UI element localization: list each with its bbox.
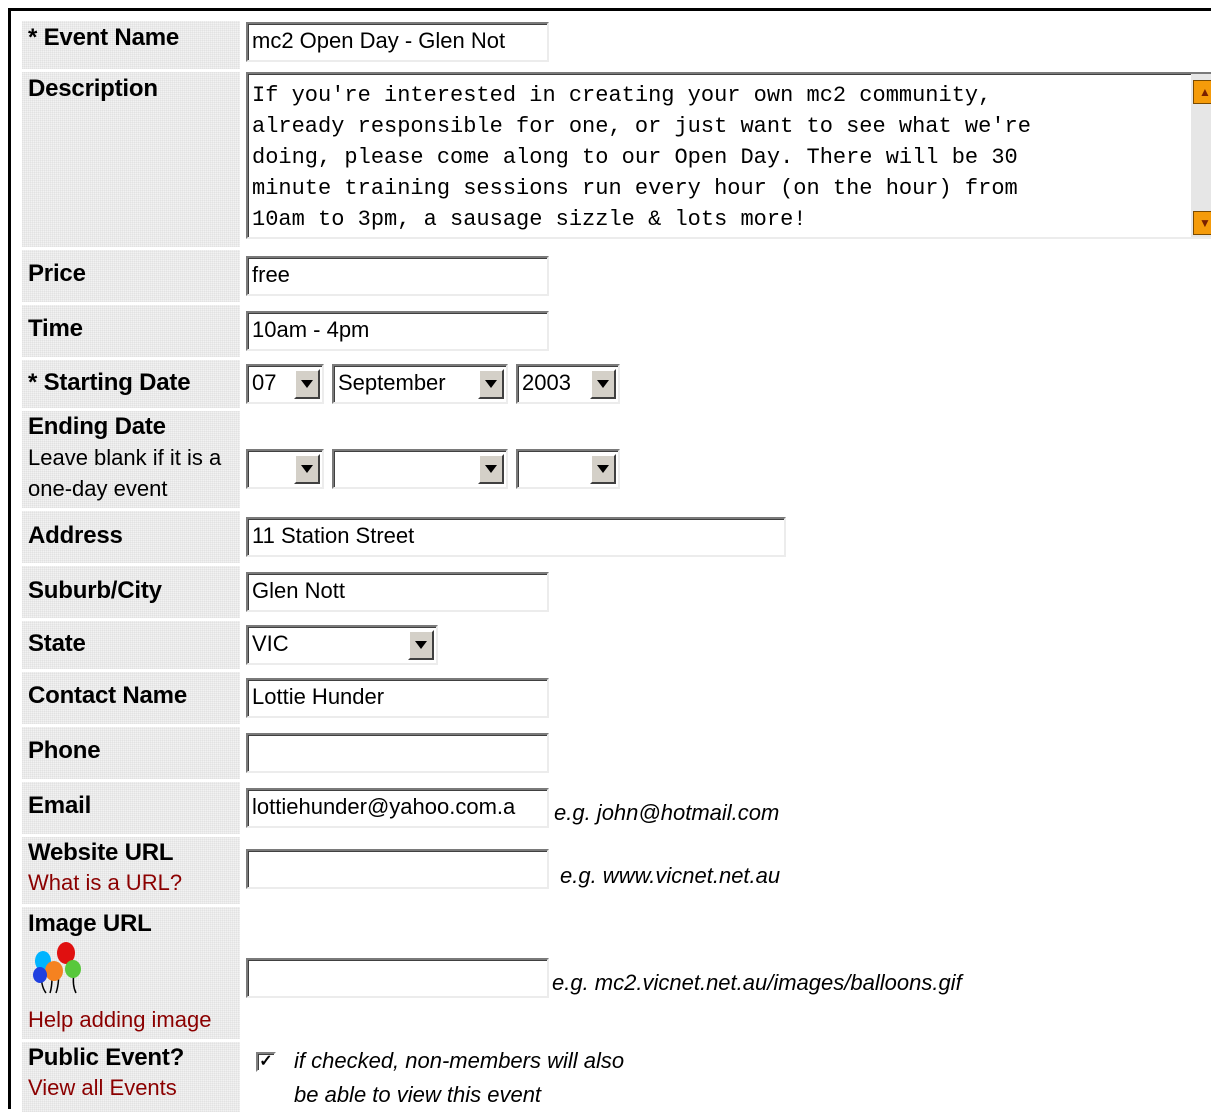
starting-date-label: * Starting Date	[28, 368, 240, 398]
end-year-select[interactable]	[516, 449, 620, 489]
start-month-select[interactable]: September	[332, 364, 508, 404]
address-label: Address	[28, 521, 240, 551]
label-cell: Public Event? View all Events	[22, 1042, 240, 1112]
state-label: State	[28, 629, 240, 659]
start-day-select[interactable]: 07	[246, 364, 324, 404]
row-event-name: * Event Name mc2 Open Day - Glen Not	[22, 21, 1211, 69]
description-label: Description	[28, 74, 240, 104]
row-image-url: Image URL Help adding image e.g. mc2.vic…	[22, 907, 1211, 1039]
time-input[interactable]: 10am - 4pm	[246, 311, 549, 351]
label-cell: Time	[22, 305, 240, 357]
chevron-down-icon[interactable]	[478, 369, 504, 399]
start-month-value: September	[338, 370, 446, 395]
suburb-label: Suburb/City	[28, 576, 240, 606]
email-hint: e.g. john@hotmail.com	[554, 798, 779, 828]
start-day-value: 07	[252, 370, 276, 395]
label-cell: Contact Name	[22, 672, 240, 724]
event-form: * Event Name mc2 Open Day - Glen Not Des…	[8, 8, 1211, 1109]
row-ending-date: Ending Date Leave blank if it is a one-d…	[22, 411, 1211, 508]
chevron-down-icon[interactable]	[294, 369, 320, 399]
chevron-down-icon[interactable]	[408, 630, 434, 660]
end-month-select[interactable]	[332, 449, 508, 489]
email-label: Email	[28, 791, 240, 821]
website-input[interactable]	[246, 849, 549, 889]
row-description: Description If you're interested in crea…	[22, 72, 1211, 247]
email-input[interactable]: lottiehunder@yahoo.com.a	[246, 788, 549, 828]
view-all-events-link[interactable]: View all Events	[28, 1073, 240, 1103]
price-input[interactable]: free	[246, 256, 549, 296]
label-cell: * Event Name	[22, 21, 240, 69]
ending-date-label: Ending Date	[28, 412, 240, 442]
row-state: State VIC	[22, 621, 1211, 669]
label-cell: Price	[22, 250, 240, 302]
phone-input[interactable]	[246, 733, 549, 773]
chevron-down-icon[interactable]	[478, 454, 504, 484]
description-textarea[interactable]: If you're interested in creating your ow…	[246, 72, 1211, 239]
scroll-down-arrow-icon[interactable]: ▼	[1193, 211, 1211, 235]
description-text: If you're interested in creating your ow…	[252, 80, 1189, 235]
suburb-input[interactable]: Glen Nott	[246, 572, 549, 612]
label-cell: Address	[22, 511, 240, 563]
website-label: Website URL	[28, 838, 240, 868]
time-label: Time	[28, 314, 240, 344]
price-label: Price	[28, 259, 240, 289]
balloons-icon	[28, 941, 88, 1001]
scroll-up-arrow-icon[interactable]: ▲	[1193, 80, 1211, 104]
phone-label: Phone	[28, 736, 240, 766]
row-public-event: Public Event? View all Events ✓ if check…	[22, 1042, 1211, 1112]
address-input[interactable]: 11 Station Street	[246, 517, 786, 557]
what-is-url-link[interactable]: What is a URL?	[28, 868, 240, 898]
label-cell: Ending Date Leave blank if it is a one-d…	[22, 411, 240, 508]
state-value: VIC	[252, 631, 289, 656]
row-address: Address 11 Station Street	[22, 511, 1211, 563]
row-phone: Phone	[22, 727, 1211, 779]
row-suburb: Suburb/City Glen Nott	[22, 566, 1211, 618]
label-cell: Phone	[22, 727, 240, 779]
image-url-hint: e.g. mc2.vicnet.net.au/images/balloons.g…	[552, 968, 962, 998]
label-cell: Image URL Help adding image	[22, 907, 240, 1039]
image-url-input[interactable]	[246, 958, 549, 998]
chevron-down-icon[interactable]	[590, 369, 616, 399]
public-event-checkbox[interactable]: ✓	[256, 1052, 276, 1072]
website-hint: e.g. www.vicnet.net.au	[560, 861, 780, 891]
label-cell: Website URL What is a URL?	[22, 837, 240, 904]
public-event-label: Public Event?	[28, 1043, 240, 1073]
start-year-select[interactable]: 2003	[516, 364, 620, 404]
public-event-text-line2: be able to view this event	[294, 1080, 541, 1110]
row-email: Email lottiehunder@yahoo.com.a e.g. john…	[22, 782, 1211, 834]
row-time: Time 10am - 4pm	[22, 305, 1211, 357]
state-select[interactable]: VIC	[246, 625, 438, 665]
event-name-label: * Event Name	[28, 23, 240, 53]
start-year-value: 2003	[522, 370, 571, 395]
ending-date-note: Leave blank if it is a one-day event	[28, 442, 240, 504]
description-scrollbar[interactable]: ▲ ▼	[1191, 74, 1211, 237]
chevron-down-icon[interactable]	[590, 454, 616, 484]
row-price: Price free	[22, 250, 1211, 302]
label-cell: Description	[22, 72, 240, 247]
event-name-input[interactable]: mc2 Open Day - Glen Not	[246, 22, 549, 62]
row-starting-date: * Starting Date 07 September 2003	[22, 360, 1211, 408]
help-adding-image-link[interactable]: Help adding image	[28, 1004, 240, 1036]
row-contact-name: Contact Name Lottie Hunder	[22, 672, 1211, 724]
contact-name-input[interactable]: Lottie Hunder	[246, 678, 549, 718]
chevron-down-icon[interactable]	[294, 454, 320, 484]
end-day-select[interactable]	[246, 449, 324, 489]
public-event-text-line1: if checked, non-members will also	[294, 1046, 624, 1076]
image-url-label: Image URL	[28, 909, 240, 939]
contact-name-label: Contact Name	[28, 681, 240, 711]
label-cell: State	[22, 621, 240, 669]
row-website: Website URL What is a URL? e.g. www.vicn…	[22, 837, 1211, 904]
label-cell: * Starting Date	[22, 360, 240, 408]
label-cell: Suburb/City	[22, 566, 240, 618]
label-cell: Email	[22, 782, 240, 834]
